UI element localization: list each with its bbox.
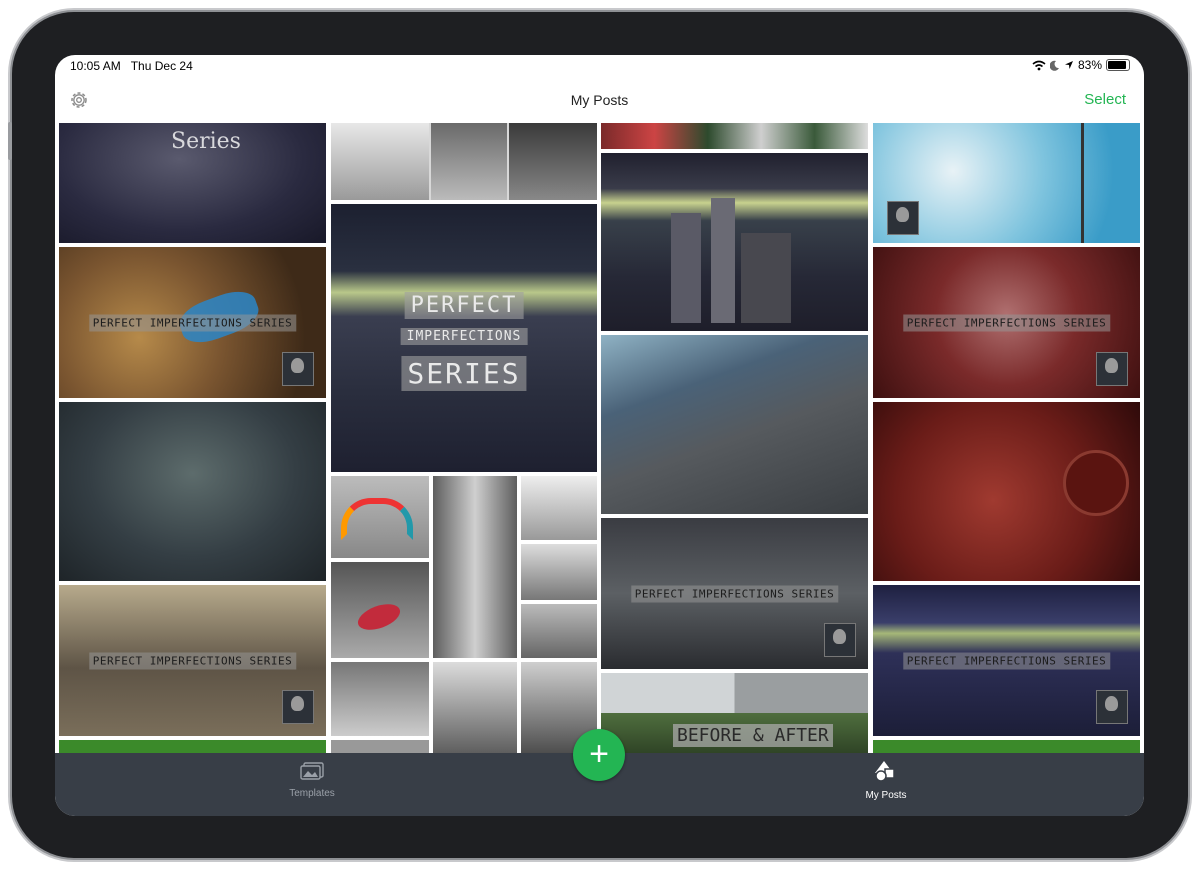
author-avatar [282,690,314,724]
post-tile[interactable] [59,740,326,753]
collage-photo [431,123,507,200]
post-tile[interactable]: PERFECT IMPERFECTIONS SERIES [59,585,326,736]
location-arrow-icon [1064,61,1073,69]
post-overlay-title: PERFECT IMPERFECTIONS SERIES [630,585,839,602]
images-icon [300,762,324,780]
post-tile[interactable] [331,123,597,200]
collage-photo [331,662,429,736]
collage-photo [521,604,597,658]
tab-my-posts-label: My Posts [865,790,907,801]
author-avatar [824,623,856,657]
collage-photo [433,476,517,658]
author-avatar [1096,352,1128,386]
author-avatar [1096,690,1128,724]
post-overlay-subtitle: IMPERFECTIONS [400,328,528,345]
status-bar: 10:05 AM Thu Dec 24 83% [55,55,1144,77]
building [671,213,701,323]
post-overlay-title: PERFECT IMPERFECTIONS SERIES [88,652,297,669]
tab-templates-label: Templates [289,788,335,799]
volume-button [8,122,12,160]
author-avatar [282,352,314,386]
app-screen: 10:05 AM Thu Dec 24 83% My Posts Select [55,55,1144,816]
tab-my-posts[interactable]: My Posts [836,760,936,801]
tab-bar: Templates + My Posts [55,729,1144,816]
navigation-bar: My Posts Select [55,77,1144,123]
post-overlay-title: PERFECT IMPERFECTIONS SERIES [88,314,297,331]
post-tile[interactable] [601,123,868,149]
rainbow-icon [341,498,413,540]
page-title: My Posts [570,92,629,108]
post-overlay-title: SERIES [401,356,527,391]
select-button[interactable]: Select [1084,91,1126,108]
author-avatar [887,201,919,235]
post-tile[interactable] [601,335,868,514]
post-tile[interactable]: PERFECT IMPERFECTIONS SERIES [59,247,326,398]
wifi-icon [1032,60,1046,70]
post-tile[interactable]: Series [59,123,326,243]
post-overlay-title: Series [171,129,241,154]
moon-icon [1049,60,1059,71]
add-post-button[interactable]: + [573,729,625,781]
post-overlay-title: PERFECT IMPERFECTIONS SERIES [902,652,1111,669]
posts-grid[interactable]: Series PERFECT IMPERFECTIONS SERIES PERF… [55,123,1144,753]
shapes-icon [875,761,895,782]
battery-level-fill [1108,61,1127,69]
post-tile[interactable] [331,476,597,753]
post-tile[interactable] [601,153,868,331]
battery-percent: 83% [1077,58,1102,72]
collage-photo [433,662,517,753]
post-tile[interactable] [873,402,1140,581]
collage-photo [331,562,429,658]
post-overlay-title: BEFORE & AFTER [673,724,833,747]
post-tile[interactable]: BEFORE & AFTER [601,673,868,753]
status-icons: 83% [1032,58,1130,72]
collage-photo [331,123,429,200]
post-tile[interactable]: PERFECT IMPERFECTIONS SERIES [873,247,1140,398]
post-overlay-title: PERFECT IMPERFECTIONS SERIES [902,314,1111,331]
post-tile[interactable] [873,740,1140,753]
building [741,233,791,323]
collage-photo [521,544,597,600]
post-overlay-title: PERFECT [404,292,524,319]
status-time: 10:05 AM Thu Dec 24 [70,59,193,73]
tab-templates[interactable]: Templates [262,762,362,799]
red-object [354,599,404,635]
collage-photo [331,740,429,753]
post-tile[interactable] [873,123,1140,243]
post-tile[interactable]: PERFECT IMPERFECTIONS SERIES [331,204,597,472]
lamp-post [1081,123,1084,243]
battery-icon [1106,59,1130,71]
post-tile[interactable]: PERFECT IMPERFECTIONS SERIES [601,518,868,669]
building [711,198,735,323]
post-tile[interactable]: PERFECT IMPERFECTIONS SERIES [873,585,1140,736]
porthole [1063,450,1129,516]
collage-photo [509,123,597,200]
post-tile[interactable] [59,402,326,581]
collage-photo [521,476,597,540]
collage-photo [331,476,429,558]
